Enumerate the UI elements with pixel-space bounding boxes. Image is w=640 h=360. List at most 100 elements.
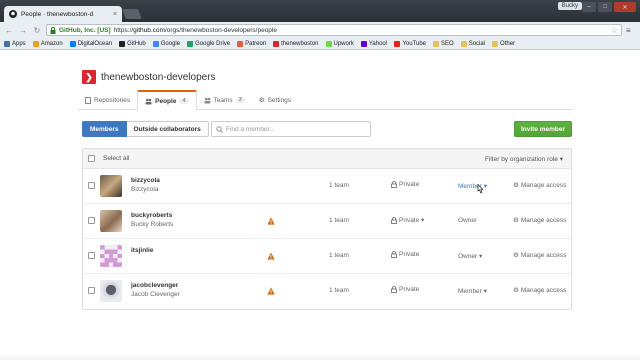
avatar[interactable]: [100, 175, 122, 197]
bookmark-label: thenewboston: [281, 40, 319, 47]
row-checkbox[interactable]: [88, 217, 95, 224]
org-avatar[interactable]: ❯: [82, 70, 96, 84]
filter-role-dropdown[interactable]: Filter by organization role ▾: [485, 155, 563, 163]
avatar[interactable]: [100, 210, 122, 232]
browser-tab[interactable]: People · thenewboston-d ×: [4, 6, 122, 22]
bookmark-icon: [4, 40, 10, 47]
gear-icon: ⚙: [513, 182, 519, 189]
org-tabs: Repositories People 4 Teams 3 ⚙ Settings: [78, 90, 572, 111]
tab-label: Settings: [267, 96, 292, 104]
manage-access-link[interactable]: ⚙ Manage access: [513, 181, 566, 190]
bookmark-item[interactable]: Amazon: [32, 40, 63, 47]
row-checkbox[interactable]: [88, 252, 95, 259]
chrome-user-badge[interactable]: Bucky: [557, 2, 582, 10]
member-teams-count[interactable]: 1 team: [329, 252, 349, 259]
member-teams-count[interactable]: 1 team: [329, 287, 349, 294]
bookmark-item[interactable]: Apps: [4, 40, 26, 47]
select-all-checkbox[interactable]: [88, 155, 95, 162]
page-content: ❯ thenewboston-developers Repositories P…: [0, 50, 640, 360]
bookmark-item[interactable]: Google Drive: [187, 40, 230, 47]
bookmark-item[interactable]: Upwork: [325, 40, 354, 47]
new-tab-button[interactable]: [122, 9, 142, 19]
bookmark-label: SEO: [441, 40, 454, 47]
bookmark-item[interactable]: Google: [152, 40, 180, 47]
tab-settings[interactable]: ⚙ Settings: [252, 90, 298, 110]
table-row: jacobclevenger Jacob Clevenger 1 team Priva…: [83, 274, 571, 309]
bookmark-item[interactable]: SEO: [433, 40, 454, 47]
member-login[interactable]: buckyroberts: [131, 212, 172, 219]
manage-access-label: Manage access: [520, 251, 567, 259]
bookmark-star-icon[interactable]: ☆: [611, 26, 618, 35]
lock-icon: [391, 251, 397, 258]
member-teams-count[interactable]: 1 team: [329, 217, 349, 224]
bookmark-icon: [237, 40, 244, 47]
lock-icon: [50, 26, 56, 34]
bookmark-item[interactable]: Social: [460, 40, 485, 47]
member-login[interactable]: itsjinlie: [131, 247, 153, 254]
outside-collaborators-button[interactable]: Outside collaborators: [126, 121, 209, 137]
manage-access-link[interactable]: ⚙ Manage access: [513, 251, 567, 260]
member-role[interactable]: Member ▾: [458, 287, 487, 295]
search-input[interactable]: [226, 125, 366, 133]
member-role[interactable]: Owner ▾: [458, 252, 482, 260]
lock-icon: [391, 216, 397, 224]
membership-visibility[interactable]: Private ▾: [391, 216, 424, 224]
bookmark-icon: [492, 40, 499, 47]
bookmark-item[interactable]: Other: [492, 40, 516, 47]
invite-member-button[interactable]: Invite member: [514, 121, 572, 137]
tab-repositories[interactable]: Repositories: [78, 90, 137, 110]
tab-people[interactable]: People 4: [137, 90, 197, 111]
member-login[interactable]: jacobclevenger: [131, 282, 178, 289]
lock-icon: [391, 181, 397, 188]
forward-arrow-icon[interactable]: →: [18, 25, 28, 35]
bookmark-icon: [69, 40, 76, 47]
row-checkbox[interactable]: [88, 182, 95, 189]
tab-title: People · thenewboston-d: [21, 10, 94, 18]
identicon-avatar[interactable]: [100, 245, 122, 267]
ev-certificate-label: GitHub, Inc. [US]: [59, 26, 111, 34]
bookmark-label: DigitalOcean: [77, 40, 113, 47]
table-row: itsjinlie 1 team Private Owner ▾ ⚙ Manage acc…: [83, 239, 571, 274]
member-login[interactable]: bizzycola: [131, 177, 160, 184]
minimize-button[interactable]: –: [582, 2, 596, 12]
bookmark-item[interactable]: Yahoo!: [360, 40, 387, 47]
table-row: bizzycola Bizzycola 1 team Private Member ▾ ⚙…: [83, 169, 571, 204]
tab-counter: 3: [235, 97, 245, 103]
bookmark-label: Other: [500, 40, 516, 47]
bookmark-item[interactable]: DigitalOcean: [69, 40, 113, 47]
manage-access-label: Manage access: [520, 286, 567, 294]
warning-icon[interactable]: [267, 287, 275, 295]
bookmark-item[interactable]: YouTube: [394, 40, 426, 47]
warning-icon[interactable]: [267, 252, 275, 260]
membership-visibility: Private: [391, 286, 419, 293]
warning-icon[interactable]: [267, 217, 275, 225]
member-role: Owner: [458, 217, 478, 224]
bookmark-item[interactable]: GitHub: [119, 40, 146, 47]
tab-teams[interactable]: Teams 3: [197, 90, 252, 110]
bookmark-label: Amazon: [40, 40, 63, 47]
manage-access-link[interactable]: ⚙ Manage access: [513, 286, 567, 295]
bookmark-icon: [360, 40, 367, 47]
chrome-menu-icon[interactable]: ≡: [626, 26, 636, 35]
tab-close-icon[interactable]: ×: [113, 11, 117, 18]
address-bar[interactable]: GitHub, Inc. [US] https://github.com/org…: [46, 24, 622, 36]
members-button[interactable]: Members: [82, 121, 127, 137]
visibility-label: Private: [399, 251, 420, 258]
member-teams-count[interactable]: 1 team: [329, 182, 349, 189]
reload-icon[interactable]: ↻: [32, 25, 42, 35]
back-arrow-icon[interactable]: ←: [4, 25, 14, 35]
visibility-label: Private: [399, 286, 420, 293]
avatar[interactable]: [100, 280, 122, 302]
visibility-label: Private: [399, 181, 420, 188]
row-checkbox[interactable]: [88, 287, 95, 294]
org-name[interactable]: thenewboston-developers: [101, 72, 216, 83]
manage-access-label: Manage access: [520, 216, 567, 224]
bookmark-item[interactable]: thenewboston: [273, 40, 319, 47]
manage-access-link[interactable]: ⚙ Manage access: [513, 216, 567, 225]
tab-counter: 4: [179, 98, 189, 104]
window-close-button[interactable]: ✕: [614, 2, 636, 12]
repo-icon: [85, 96, 91, 104]
bookmark-item[interactable]: Patreon: [237, 40, 266, 47]
maximize-button[interactable]: □: [598, 2, 612, 12]
bookmarks-bar: Apps Amazon DigitalOcean GitHub Google Google…: [0, 38, 640, 50]
